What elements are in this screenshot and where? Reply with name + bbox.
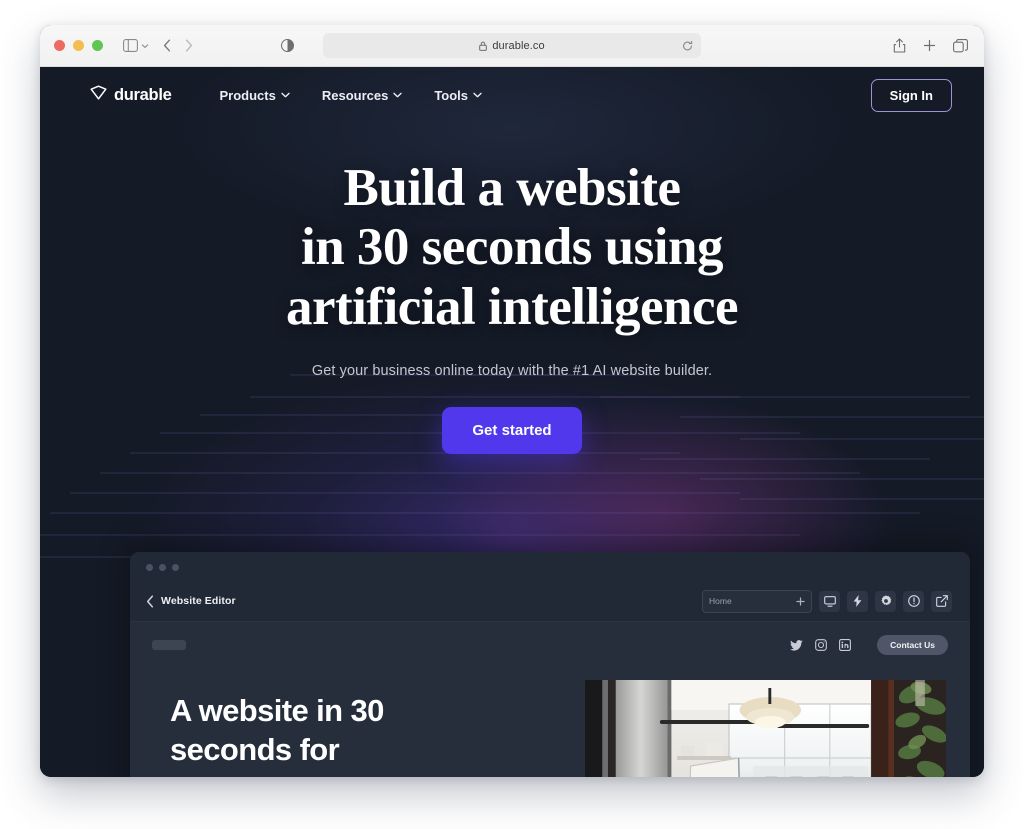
back-chevron-icon[interactable] xyxy=(146,594,154,608)
editor-toolbar: Website Editor Home xyxy=(130,581,970,622)
traffic-lights xyxy=(54,40,103,51)
website-editor-panel: Website Editor Home Contact Us A website… xyxy=(130,552,970,777)
editor-dot xyxy=(159,564,166,571)
zoom-window-button[interactable] xyxy=(92,40,103,51)
browser-nav-buttons xyxy=(163,39,193,52)
close-window-button[interactable] xyxy=(54,40,65,51)
hero-title-line1: Build a website xyxy=(343,159,681,217)
address-bar[interactable]: durable.co xyxy=(323,33,701,58)
preview-headline-accent: Consulting xyxy=(170,771,326,778)
instagram-icon[interactable] xyxy=(815,639,827,651)
forward-chevron-icon[interactable] xyxy=(185,39,193,52)
hero-cta-wrapper: Get started xyxy=(40,407,984,455)
page-selector[interactable]: Home xyxy=(702,589,812,613)
bright-office-interior-photo xyxy=(585,680,946,777)
chevron-down-icon xyxy=(473,92,482,98)
desktop-preview-icon[interactable] xyxy=(819,590,840,612)
browser-right-controls xyxy=(893,25,968,66)
editor-window-dots xyxy=(130,552,970,571)
nav-item-resources[interactable]: Resources xyxy=(321,87,403,103)
webpage: durable Products Resources Tools Sign In… xyxy=(40,67,984,777)
generated-site-preview: Contact Us A website in 30 seconds for C… xyxy=(130,622,970,777)
editor-title: Website Editor xyxy=(161,595,236,607)
browser-window: durable.co durable Products Resources To… xyxy=(40,25,984,777)
contact-us-button[interactable]: Contact Us xyxy=(877,634,948,656)
nav-item-tools[interactable]: Tools xyxy=(434,88,482,103)
chevron-down-icon xyxy=(281,92,290,98)
editor-tool-group: Home xyxy=(702,589,952,613)
logo-text: durable xyxy=(114,85,172,104)
nav-item-label: Products xyxy=(219,87,276,103)
preview-headline-line1: A website in 30 xyxy=(170,693,384,728)
hero-title: Build a website in 30 seconds using arti… xyxy=(40,159,984,337)
reader-mode-icon[interactable] xyxy=(281,39,294,52)
info-circle-icon[interactable] xyxy=(903,590,924,612)
nav-links: Products Resources Tools xyxy=(220,88,483,103)
reload-icon[interactable] xyxy=(682,40,693,51)
durable-logo[interactable]: durable xyxy=(90,85,172,105)
sidebar-toggle-icon[interactable] xyxy=(123,39,138,52)
sidebar-controls xyxy=(123,39,149,52)
twitter-icon[interactable] xyxy=(790,639,803,651)
preview-headline-line2: seconds for xyxy=(170,731,340,767)
lock-icon xyxy=(479,41,488,51)
hero-title-line3: artificial intelligence xyxy=(285,277,739,336)
hero-subtitle: Get your business online today with the … xyxy=(311,363,713,380)
back-chevron-icon[interactable] xyxy=(163,39,171,52)
editor-dot xyxy=(172,564,179,571)
get-started-button[interactable]: Get started xyxy=(442,407,582,455)
lightning-bolt-icon[interactable] xyxy=(847,590,868,612)
nav-item-label: Tools xyxy=(434,87,469,103)
durable-gem-icon xyxy=(90,85,107,105)
nav-item-label: Resources xyxy=(321,87,389,103)
page-selector-value: Home xyxy=(709,596,732,606)
url-text: durable.co xyxy=(492,39,545,52)
logo-skeleton xyxy=(152,640,186,650)
preview-headline: A website in 30 seconds for Consulting xyxy=(170,692,555,777)
minimize-window-button[interactable] xyxy=(73,40,84,51)
preview-hero-text: A website in 30 seconds for Consulting xyxy=(170,680,555,777)
site-navbar: durable Products Resources Tools Sign In xyxy=(40,67,984,123)
editor-dot xyxy=(146,564,153,571)
external-link-icon[interactable] xyxy=(931,590,952,612)
nav-item-products[interactable]: Products xyxy=(220,88,290,103)
chevron-down-icon xyxy=(393,92,403,98)
sign-in-button[interactable]: Sign In xyxy=(870,78,952,112)
preview-hero: A website in 30 seconds for Consulting xyxy=(130,668,970,777)
linkedin-icon[interactable] xyxy=(839,639,852,651)
plus-icon[interactable] xyxy=(796,596,805,606)
tab-overview-icon[interactable] xyxy=(953,38,968,53)
hero-section: Build a website in 30 seconds using arti… xyxy=(40,123,984,455)
plus-icon[interactable] xyxy=(923,39,936,52)
gear-icon[interactable] xyxy=(875,590,896,612)
share-icon[interactable] xyxy=(893,38,906,53)
hero-title-line2: in 30 seconds using xyxy=(300,218,724,277)
preview-navbar: Contact Us xyxy=(130,622,970,668)
social-links: Contact Us xyxy=(790,634,948,656)
chevron-down-icon[interactable] xyxy=(141,43,149,49)
browser-toolbar: durable.co xyxy=(40,25,984,67)
